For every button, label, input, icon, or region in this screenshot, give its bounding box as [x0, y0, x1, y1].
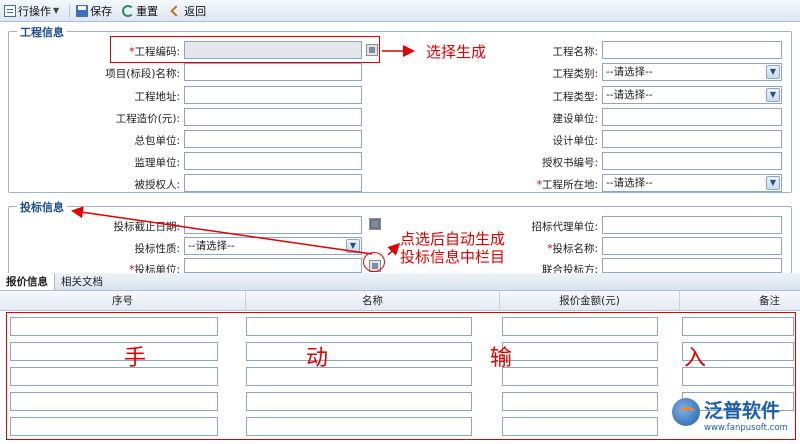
- chevron-down-icon[interactable]: ▼: [766, 88, 780, 102]
- project-name-label: 工程名称:: [552, 46, 598, 58]
- reset-button[interactable]: 重置: [122, 3, 158, 19]
- back-button[interactable]: 返回: [168, 3, 206, 19]
- bid-info-legend: 投标信息: [17, 199, 67, 215]
- calendar-icon[interactable]: [369, 218, 381, 230]
- project-address-label: 工程地址:: [134, 91, 180, 103]
- section-name-label: 项目(标段)名称:: [105, 68, 180, 80]
- section-name-field[interactable]: [184, 63, 362, 81]
- joint-bidder-field[interactable]: [602, 258, 782, 273]
- general-contractor-field[interactable]: [184, 130, 362, 148]
- authorization-no-label: 授权书编号:: [541, 157, 598, 169]
- back-icon: [170, 4, 182, 17]
- row-ops-icon: [4, 4, 16, 17]
- project-info-legend: 工程信息: [17, 24, 67, 40]
- manual-input-char-4: 入: [684, 346, 707, 371]
- col-header-name: 名称: [246, 291, 500, 311]
- project-location-value: --请选择--: [606, 177, 653, 189]
- project-cost-label: 工程造价(元):: [115, 113, 180, 125]
- reset-icon: [122, 4, 135, 17]
- chevron-down-icon[interactable]: ▼: [346, 239, 360, 253]
- construction-unit-field[interactable]: [602, 108, 782, 126]
- col-header-amount: 报价金额(元): [500, 291, 680, 311]
- supervisor-field[interactable]: [184, 152, 362, 170]
- tender-agent-field[interactable]: [602, 216, 782, 234]
- save-button[interactable]: 保存: [76, 3, 112, 19]
- logo-name: 泛普软件: [704, 400, 781, 422]
- chevron-down-icon[interactable]: ▼: [766, 65, 780, 79]
- detail-tabs: 报价信息 相关文档: [0, 273, 800, 291]
- tab-related-docs[interactable]: 相关文档: [55, 273, 109, 290]
- save-label: 保存: [90, 4, 113, 18]
- bid-nature-label: 投标性质:: [134, 243, 180, 255]
- toolbar-divider: [69, 3, 71, 18]
- quote-grid-header: 序号 名称 报价金额(元) 备注: [0, 291, 800, 311]
- project-address-field[interactable]: [184, 86, 362, 104]
- row-ops-button[interactable]: 行操作 ▼: [4, 3, 59, 19]
- general-contractor-label: 总包单位:: [134, 135, 180, 147]
- row-ops-label: 行操作: [18, 4, 51, 18]
- bid-nature-value: --请选择--: [188, 240, 235, 252]
- project-category-label: 工程类别:: [552, 68, 598, 80]
- toolbar: 行操作 ▼ 保存 重置 返回: [0, 0, 800, 22]
- bid-deadline-label: 投标截止日期:: [113, 221, 180, 233]
- chevron-down-icon: ▼: [53, 6, 60, 15]
- project-location-select[interactable]: --请选择-- ▼: [602, 174, 782, 192]
- reset-label: 重置: [136, 4, 159, 18]
- bid-unit-picker-highlight: [363, 252, 385, 272]
- bid-deadline-field[interactable]: [184, 216, 362, 234]
- logo-url: www.fanpusoft.com: [704, 423, 788, 433]
- logo-mark-icon: [672, 398, 700, 426]
- authorization-no-field[interactable]: [602, 152, 782, 170]
- supervisor-label: 监理单位:: [134, 157, 180, 169]
- project-type-value: --请选择--: [606, 89, 653, 101]
- company-logo: 泛普软件 www.fanpusoft.com: [668, 392, 798, 440]
- project-type-select[interactable]: --请选择-- ▼: [602, 86, 782, 104]
- project-code-highlight-box: [110, 36, 380, 63]
- design-unit-field[interactable]: [602, 130, 782, 148]
- col-header-seq: 序号: [0, 291, 246, 311]
- chevron-down-icon[interactable]: ▼: [766, 176, 780, 190]
- back-label: 返回: [184, 4, 207, 18]
- select-generate-note: 选择生成: [426, 43, 487, 61]
- authorized-person-field[interactable]: [184, 174, 362, 192]
- design-unit-label: 设计单位:: [552, 135, 598, 147]
- manual-input-char-1: 手: [124, 346, 147, 371]
- project-category-value: --请选择--: [606, 66, 653, 78]
- project-name-field[interactable]: [602, 41, 782, 59]
- save-icon: [76, 4, 89, 17]
- manual-input-char-3: 输: [490, 346, 513, 371]
- manual-input-char-2: 动: [306, 346, 329, 371]
- project-type-label: 工程类型:: [552, 91, 598, 103]
- tab-quote-info[interactable]: 报价信息: [0, 273, 55, 290]
- project-cost-field[interactable]: [184, 108, 362, 126]
- authorized-person-label: 被授权人:: [134, 179, 180, 191]
- bid-unit-field[interactable]: [184, 258, 362, 273]
- project-location-label: *工程所在地:: [536, 179, 598, 191]
- construction-unit-label: 建设单位:: [552, 113, 598, 125]
- project-category-select[interactable]: --请选择-- ▼: [602, 63, 782, 81]
- auto-generate-note-line2: 投标信息中栏目: [400, 248, 506, 266]
- col-header-remark: 备注: [759, 295, 780, 307]
- bid-name-field[interactable]: [602, 237, 782, 255]
- bid-nature-select[interactable]: --请选择-- ▼: [184, 237, 362, 255]
